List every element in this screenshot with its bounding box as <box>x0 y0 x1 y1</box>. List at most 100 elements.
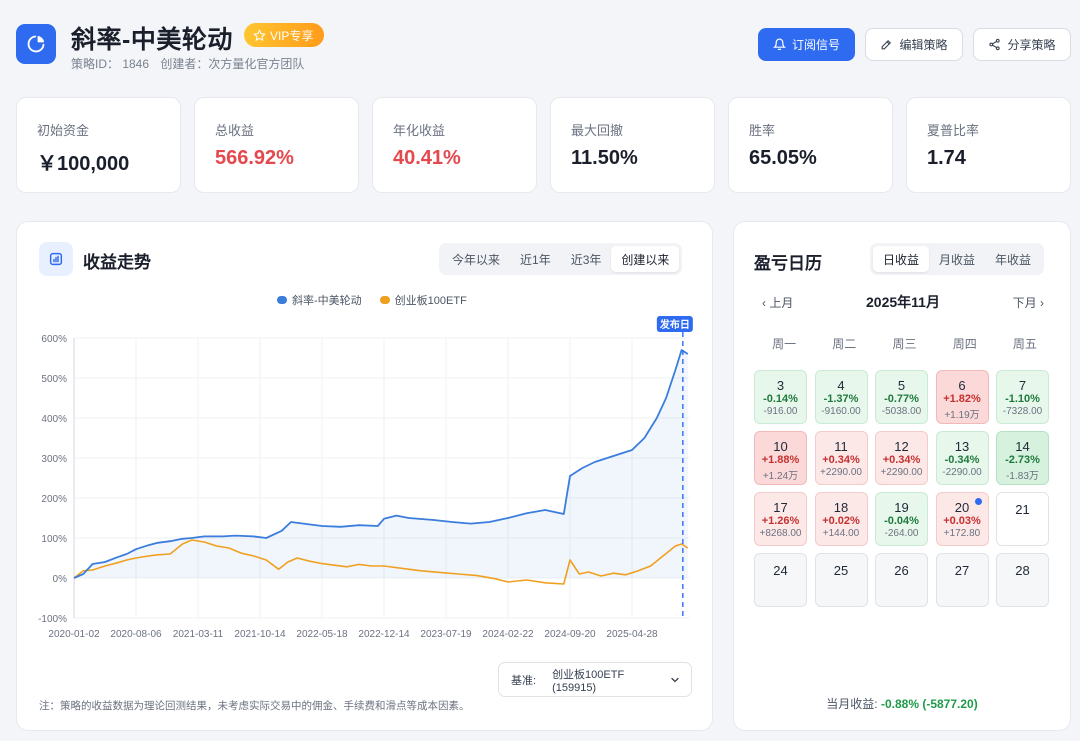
calendar-day-cell[interactable]: 5 -0.77% -5038.00 <box>875 370 928 424</box>
month-total-label: 当月收益: <box>826 697 878 711</box>
range-1y[interactable]: 近1年 <box>510 246 561 272</box>
calendar-day-cell[interactable]: 13 -0.34% -2290.00 <box>935 431 989 485</box>
panel-title: 收益走势 <box>83 253 151 272</box>
day-number: 4 <box>837 378 845 393</box>
legend-strategy[interactable]: 斜率-中美轮动 <box>277 292 362 308</box>
day-return-pct: +1.26% <box>761 515 800 527</box>
y-tick-label: 0% <box>53 574 68 585</box>
calendar-day-cell[interactable]: 18 +0.02% +144.00 <box>814 492 868 546</box>
chart-legend: 斜率-中美轮动 创业板100ETF <box>277 292 467 308</box>
subscribe-label: 订阅信号 <box>791 38 840 52</box>
pie-chart-icon <box>16 24 56 64</box>
calendar-day-cell[interactable]: 25 <box>814 553 868 607</box>
day-number: 19 <box>894 500 909 515</box>
day-number: 21 <box>1015 502 1030 517</box>
day-number: 3 <box>776 378 785 393</box>
benchmark-select[interactable]: 基准: 创业板100ETF (159915) <box>498 662 692 697</box>
day-number: 7 <box>1018 378 1027 393</box>
publish-date-label: 发布日 <box>659 318 690 331</box>
day-return-amount: +2290.00 <box>820 467 862 478</box>
y-tick-label: 200% <box>41 494 67 505</box>
next-month-button[interactable]: 下月 › <box>1013 294 1044 311</box>
stat-value: 11.50% <box>571 147 638 169</box>
legend-swatch <box>379 296 390 304</box>
y-tick-label: 500% <box>41 374 67 385</box>
day-number: 26 <box>894 563 909 578</box>
prev-month-button[interactable]: ‹ 上月 <box>762 294 793 311</box>
returns-chart-panel: 收益走势 今年以来 近1年 近3年 创建以来 斜率-中美轮动 创业板100ETF… <box>16 221 713 731</box>
pnl-calendar-panel: 盈亏日历 日收益 月收益 年收益 ‹ 上月 2025年11月 下月 › 周一 周… <box>733 221 1071 731</box>
subscribe-button[interactable]: 订阅信号 <box>758 28 855 61</box>
y-tick-label: 300% <box>41 454 67 465</box>
calendar-day-cell[interactable]: 28 <box>996 553 1049 607</box>
stat-card-win-rate: 胜率 65.05% <box>728 97 893 193</box>
tab-monthly[interactable]: 月收益 <box>929 246 985 272</box>
today-indicator <box>974 498 982 505</box>
edit-strategy-button[interactable]: 编辑策略 <box>865 28 963 61</box>
calendar-day-cell[interactable]: 12 +0.34% +2290.00 <box>875 431 928 485</box>
x-tick-label: 2020-01-02 <box>48 629 100 640</box>
legend-label: 斜率-中美轮动 <box>292 295 362 307</box>
day-number: 13 <box>954 439 970 454</box>
x-tick-label: 2022-05-18 <box>296 629 348 640</box>
month-total-value: -0.88% (-5877.20) <box>880 697 978 711</box>
page-title: 斜率-中美轮动 <box>71 26 233 54</box>
calendar-day-cell[interactable]: 24 <box>754 553 807 607</box>
calendar-day-cell[interactable]: 21 <box>996 492 1049 546</box>
day-return-amount: -5038.00 <box>881 406 922 417</box>
range-ytd[interactable]: 今年以来 <box>442 246 510 272</box>
calendar-day-cell[interactable]: 6 +1.82% +1.19万 <box>935 370 989 424</box>
prev-month-label: 上月 <box>769 296 794 310</box>
day-return-amount: -7328.00 <box>1002 406 1043 417</box>
calendar-day-cell[interactable]: 19 -0.04% -264.00 <box>875 492 928 546</box>
bell-icon <box>772 38 786 50</box>
calendar-day-cell[interactable]: 17 +1.26% +8268.00 <box>754 492 807 546</box>
calendar-day-cell[interactable]: 11 +0.34% +2290.00 <box>814 431 868 485</box>
month-navigation: ‹ 上月 2025年11月 下月 › <box>754 292 1052 312</box>
day-return-amount: -2290.00 <box>942 467 982 478</box>
day-return-pct: -0.34% <box>944 454 980 466</box>
calendar-day-cell[interactable]: 20 +0.03% +172.80 <box>935 492 989 546</box>
edit-icon <box>882 40 892 50</box>
calendar-day-cell[interactable]: 14 -2.73% -1.83万 <box>996 431 1049 485</box>
range-since-inception[interactable]: 创建以来 <box>611 246 680 272</box>
day-return-amount: -264.00 <box>884 528 919 539</box>
tab-yearly[interactable]: 年收益 <box>985 246 1041 272</box>
calendar-day-cell[interactable]: 7 -1.10% -7328.00 <box>996 370 1049 424</box>
share-icon <box>989 38 1001 51</box>
day-return-pct: +1.88% <box>761 454 800 466</box>
range-3y[interactable]: 近3年 <box>561 246 612 272</box>
x-tick-label: 2022-12-14 <box>358 629 410 640</box>
chevron-down-icon <box>671 677 679 682</box>
weekday-header: 周一 周二 周三 周四 周五 <box>754 335 1055 352</box>
stat-value: 566.92% <box>215 147 294 169</box>
chevron-right-icon: › <box>1040 296 1044 310</box>
tab-daily[interactable]: 日收益 <box>873 246 930 272</box>
range-selector: 今年以来 近1年 近3年 创建以来 <box>439 243 683 275</box>
day-number: 17 <box>773 500 788 515</box>
stat-card-max-drawdown: 最大回撤 11.50% <box>550 97 715 193</box>
day-return-pct: +0.03% <box>943 515 981 527</box>
y-tick-label: 100% <box>41 534 67 545</box>
calendar-day-cell[interactable]: 26 <box>875 553 928 607</box>
share-strategy-button[interactable]: 分享策略 <box>973 28 1071 61</box>
stat-card-initial-capital: 初始资金 ￥100,000 <box>16 97 181 193</box>
calendar-day-cell[interactable]: 4 -1.37% -9160.00 <box>814 370 868 424</box>
stat-value: 1.74 <box>927 147 966 169</box>
day-number: 6 <box>958 378 966 393</box>
calendar-day-cell[interactable]: 10 +1.88% +1.24万 <box>754 431 807 485</box>
day-return-pct: -1.10% <box>1005 393 1040 405</box>
day-number: 14 <box>1015 439 1030 454</box>
day-return-amount: +172.80 <box>943 528 981 539</box>
stat-value: 65.05% <box>749 147 817 169</box>
calendar-day-cell[interactable]: 27 <box>935 553 989 607</box>
day-return-pct: -0.77% <box>884 393 919 405</box>
stat-value: 40.41% <box>393 147 461 169</box>
share-label: 分享策略 <box>1007 38 1056 52</box>
day-number: 25 <box>833 563 849 578</box>
calendar-day-cell[interactable]: 3 -0.14% -916.00 <box>754 370 807 424</box>
legend-benchmark[interactable]: 创业板100ETF <box>379 292 467 308</box>
returns-line-chart[interactable]: 600% 500% 400% 300% 200% 100% 0% -100% 2020-01-0… <box>17 312 714 647</box>
bar-chart-icon <box>39 242 73 276</box>
day-return-amount: -9160.00 <box>821 406 861 417</box>
